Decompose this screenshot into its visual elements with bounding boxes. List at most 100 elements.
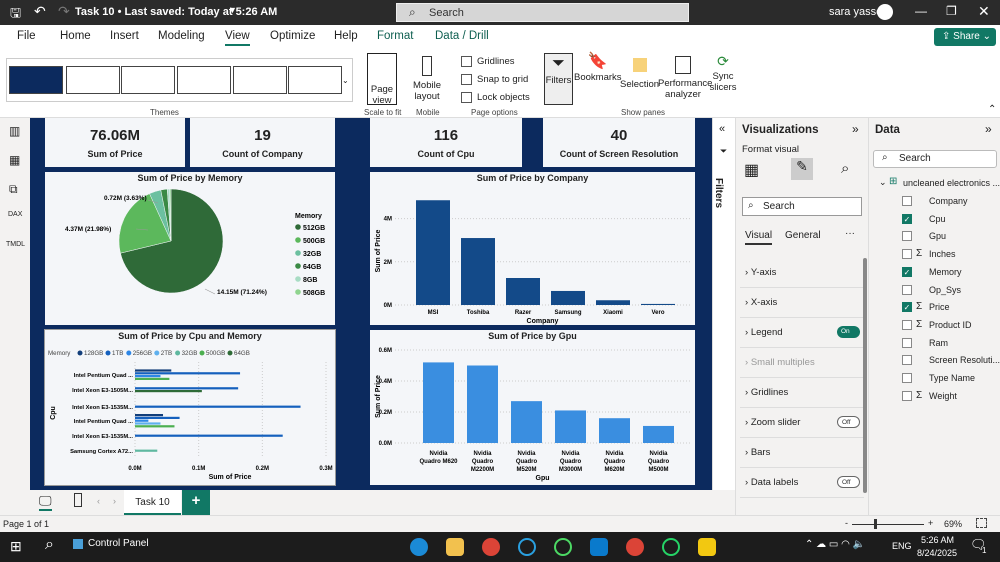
field-ram[interactable]: Ram [902, 337, 997, 352]
field-cpu[interactable]: ✓ Cpu [902, 213, 997, 228]
performance-analyzer-button[interactable]: Performance analyzer [658, 56, 712, 100]
toggle-data-labels[interactable]: Off [837, 476, 860, 488]
system-tray-icons[interactable]: ⌃ ☁ ▭ ◠ 🔈 [805, 539, 865, 550]
format-section-legend[interactable]: › Legend On [740, 318, 864, 348]
analytics-icon[interactable]: ⌕ [841, 160, 849, 177]
edge-icon[interactable] [410, 538, 428, 556]
close-icon[interactable]: ✕ [978, 3, 990, 20]
minimize-icon[interactable]: — [915, 4, 927, 18]
tmdl-view-icon[interactable]: TMDL [6, 241, 25, 248]
bar-chart-gpu[interactable]: Sum of Price by Gpu 0.0M 0.2M 0.4M 0.6M Nvid… [370, 330, 695, 485]
themes-more-icon[interactable]: ⌄ [342, 76, 349, 85]
app-u-icon[interactable] [554, 538, 572, 556]
file-explorer-icon[interactable] [446, 538, 464, 556]
kpi-card-count-cpu[interactable]: 116 Count of Cpu [370, 118, 522, 167]
filters-button[interactable]: ⏷ Filters [544, 53, 573, 105]
avatar[interactable] [877, 4, 893, 20]
save-icon[interactable]: 🖫 [10, 4, 21, 26]
fit-to-page-icon[interactable] [976, 518, 987, 528]
field-memory[interactable]: ✓ Memory [902, 266, 997, 281]
field-company[interactable]: Company [902, 196, 997, 210]
more-options-button[interactable]: ··· [845, 228, 855, 239]
format-section-small-multiples[interactable]: › Small multiples [740, 348, 864, 378]
bar-chart-company[interactable]: Sum of Price by Company 0M 2M 4M MSI Toshiba… [370, 172, 695, 325]
field-product-id[interactable]: Σ Product ID [902, 319, 997, 334]
desktop-layout-icon[interactable]: 🖵 [39, 493, 52, 511]
field-checkbox[interactable] [902, 249, 912, 260]
format-section-y-axis[interactable]: › Y-axis [740, 258, 864, 288]
pie-chart-memory[interactable]: Sum of Price by Memory 14.15M (71.24%) 4.… [45, 172, 335, 325]
next-page-icon[interactable]: › [113, 496, 116, 506]
theme-5[interactable] [233, 66, 287, 94]
field-checkbox[interactable] [902, 319, 912, 330]
zoom-in-button[interactable]: + [928, 518, 933, 528]
format-visual-icon[interactable]: ✎ [791, 158, 813, 180]
control-panel-button[interactable]: Control Panel [88, 538, 149, 549]
document-title[interactable]: Task 10 • Last saved: Today at 5:26 AM [75, 6, 277, 18]
power-bi-icon[interactable] [698, 538, 716, 556]
field-inches[interactable]: Σ Inches [902, 248, 997, 263]
field-checkbox[interactable] [902, 284, 912, 295]
chrome-icon[interactable] [482, 538, 500, 556]
windows-start-icon[interactable]: ⊞ [10, 538, 22, 555]
page-view-button[interactable]: Page view [367, 53, 397, 106]
share-button[interactable]: ⇪ Share ⌄ [934, 28, 996, 46]
chrome-profile-icon[interactable] [626, 538, 644, 556]
restore-icon[interactable]: ❐ [946, 4, 957, 18]
tab-home[interactable]: Home [60, 30, 91, 42]
field-checkbox[interactable]: ✓ [902, 302, 912, 313]
field-checkbox[interactable] [902, 373, 912, 383]
page-tab-task-10[interactable]: Task 10 [124, 490, 181, 515]
kpi-card-count-screen-resolution[interactable]: 40 Count of Screen Resolution [543, 118, 695, 167]
whatsapp-icon[interactable] [662, 538, 680, 556]
field-screen-resoluti-[interactable]: Screen Resoluti... [902, 355, 1000, 369]
table-name[interactable]: uncleaned electronics ... [903, 178, 1000, 188]
field-checkbox[interactable] [902, 390, 912, 401]
undo-icon[interactable]: ↶ [34, 3, 46, 20]
toggle-zoom-slider[interactable]: Off [837, 416, 860, 428]
prev-page-icon[interactable]: ‹ [97, 496, 100, 506]
lock-checkbox[interactable]: Lock objects [461, 92, 530, 103]
redo-icon[interactable]: ↷ [58, 3, 70, 20]
snap-checkbox[interactable]: Snap to grid [461, 74, 528, 85]
mobile-layout-icon[interactable] [74, 493, 82, 507]
theme-2[interactable] [66, 66, 120, 94]
tab-modeling[interactable]: Modeling [158, 30, 205, 42]
field-op-sys[interactable]: Op_Sys [902, 284, 997, 299]
format-section-x-axis[interactable]: › X-axis [740, 288, 864, 318]
tab-file[interactable]: File [17, 30, 36, 42]
tab-data-drill[interactable]: Data / Drill [435, 30, 489, 42]
theme-6[interactable] [288, 66, 342, 94]
tab-optimize[interactable]: Optimize [270, 30, 315, 42]
mobile-layout-button[interactable]: Mobile layout [410, 56, 444, 102]
data-search-input[interactable]: ⌕ Search [873, 150, 997, 168]
zoom-out-button[interactable]: - [845, 518, 848, 528]
theme-1[interactable] [9, 66, 63, 94]
language-indicator[interactable]: ENG [892, 541, 912, 551]
gridlines-checkbox[interactable]: Gridlines [461, 56, 515, 67]
kpi-card-sum-price[interactable]: 76.06M Sum of Price [45, 118, 185, 167]
collapse-viz-icon[interactable]: » [852, 122, 859, 136]
selection-button[interactable]: Selection [620, 56, 659, 90]
expand-filters-icon[interactable]: « [719, 123, 725, 135]
search-input[interactable]: ⌕ Search [396, 3, 689, 22]
theme-4[interactable] [177, 66, 231, 94]
zoom-slider-thumb[interactable] [874, 519, 877, 529]
clock-time[interactable]: 5:26 AM [921, 535, 954, 545]
theme-3[interactable] [121, 66, 175, 94]
collapse-data-icon[interactable]: » [985, 122, 992, 136]
field-type-name[interactable]: Type Name [902, 373, 997, 387]
tab-format[interactable]: Format [377, 30, 413, 42]
field-checkbox[interactable] [902, 196, 912, 206]
collapse-ribbon-icon[interactable]: ⌃ [988, 104, 996, 115]
zoom-slider[interactable] [852, 524, 924, 525]
title-dropdown-icon[interactable]: ▼ [228, 5, 237, 15]
bar-chart-cpu-memory[interactable]: Sum of Price by Cpu and Memory Memory 128… [44, 329, 336, 486]
clock-date[interactable]: 8/24/2025 [917, 548, 957, 558]
field-checkbox[interactable]: ✓ [902, 266, 912, 277]
tab-help[interactable]: Help [334, 30, 358, 42]
field-price[interactable]: ✓ Σ Price [902, 301, 997, 316]
table-view-icon[interactable]: ▦ [9, 153, 20, 167]
toggle-legend[interactable]: On [837, 326, 860, 338]
dax-query-icon[interactable]: DAX [8, 211, 22, 218]
